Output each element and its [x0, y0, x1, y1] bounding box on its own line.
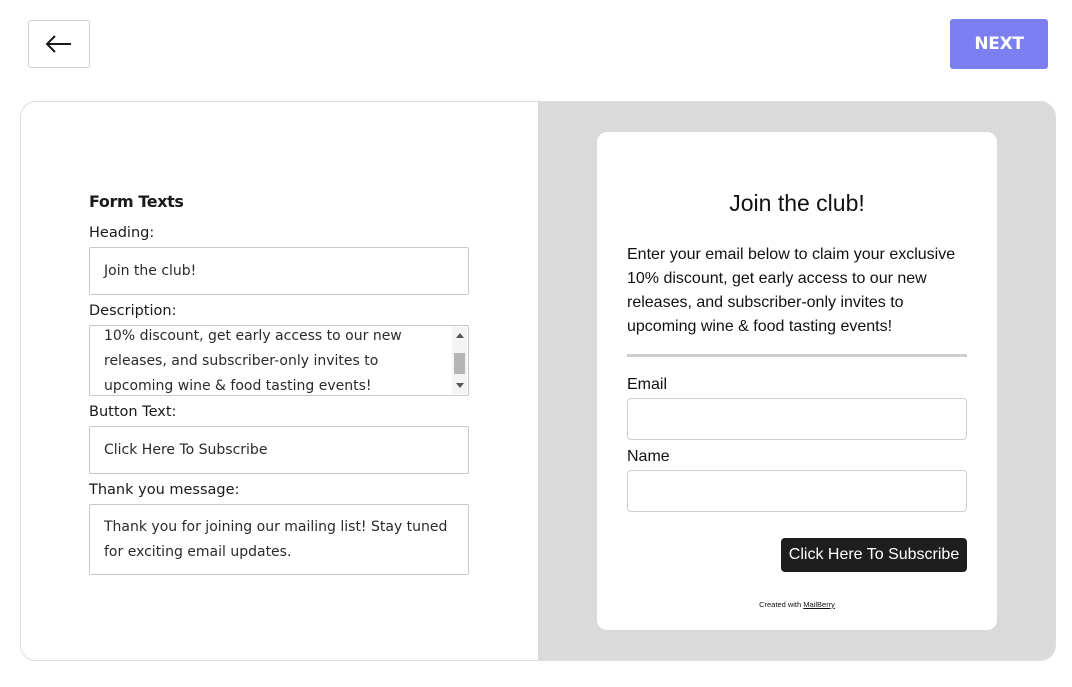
- heading-label: Heading:: [89, 225, 155, 241]
- arrow-left-icon: [45, 35, 71, 53]
- form-editor-card: Form Texts Heading: Join the club! Descr…: [20, 101, 1056, 661]
- button-text-label: Button Text:: [89, 404, 177, 420]
- scroll-down-arrow-icon[interactable]: [456, 383, 464, 388]
- back-button[interactable]: [28, 20, 90, 68]
- button-text-input[interactable]: Click Here To Subscribe: [89, 426, 469, 474]
- form-texts-panel: Form Texts Heading: Join the club! Descr…: [21, 102, 538, 660]
- description-textarea[interactable]: 10% discount, get early access to our ne…: [89, 325, 469, 396]
- preview-email-input[interactable]: [627, 398, 967, 440]
- thanks-message-value: Thank you for joining our mailing list! …: [104, 519, 448, 560]
- thanks-message-label: Thank you message:: [89, 482, 240, 498]
- preview-name-label: Name: [627, 448, 670, 465]
- heading-input[interactable]: Join the club!: [89, 247, 469, 295]
- description-scrollbar[interactable]: [452, 327, 467, 394]
- preview-name-input[interactable]: [627, 470, 967, 512]
- preview-email-label: Email: [627, 376, 668, 393]
- mailberry-link[interactable]: MailBerry: [803, 600, 835, 609]
- next-button[interactable]: NEXT: [950, 19, 1048, 69]
- preview-divider: [627, 354, 967, 357]
- preview-credit: Created with MailBerry: [597, 600, 997, 609]
- preview-description: Enter your email below to claim your exc…: [627, 246, 956, 335]
- description-textarea-value: 10% discount, get early access to our ne…: [104, 328, 402, 394]
- form-preview: Join the club! Enter your email below to…: [597, 132, 997, 630]
- preview-panel: Join the club! Enter your email below to…: [538, 102, 1055, 660]
- credit-prefix: Created with: [759, 600, 802, 609]
- button-text-input-value: Click Here To Subscribe: [104, 441, 268, 458]
- preview-heading: Join the club!: [729, 190, 865, 216]
- scroll-up-arrow-icon[interactable]: [456, 333, 464, 338]
- heading-input-value: Join the club!: [104, 262, 197, 279]
- section-title: Form Texts: [89, 192, 184, 211]
- preview-subscribe-button[interactable]: Click Here To Subscribe: [781, 538, 967, 572]
- description-label: Description:: [89, 303, 177, 319]
- scroll-thumb[interactable]: [454, 353, 465, 374]
- thanks-message-textarea[interactable]: Thank you for joining our mailing list! …: [89, 504, 469, 575]
